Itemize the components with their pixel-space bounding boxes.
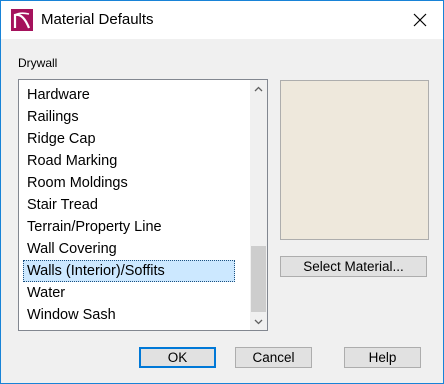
ok-button[interactable]: OK <box>139 347 216 368</box>
list-item[interactable]: Window Sash <box>19 304 247 326</box>
list-item[interactable]: Wall Covering <box>19 238 247 260</box>
scrollbar-thumb[interactable] <box>251 246 266 312</box>
list-item[interactable]: Railings <box>19 106 247 128</box>
dialog-title: Material Defaults <box>41 11 154 28</box>
list-item[interactable]: Ridge Cap <box>19 128 247 150</box>
vertical-scrollbar[interactable] <box>250 80 267 330</box>
list-item[interactable]: Room Moldings <box>19 172 247 194</box>
list-item[interactable]: Walls (Interior)/Soffits <box>23 260 235 282</box>
material-defaults-dialog: Material Defaults Drywall Hardware Railin… <box>0 0 444 384</box>
help-button[interactable]: Help <box>344 347 421 368</box>
list-item[interactable]: Terrain/Property Line <box>19 216 247 238</box>
cancel-button[interactable]: Cancel <box>235 347 312 368</box>
list-item[interactable]: Water <box>19 282 247 304</box>
list-item[interactable]: Stair Tread <box>19 194 247 216</box>
select-material-button[interactable]: Select Material... <box>280 256 427 277</box>
chevron-down-icon <box>254 319 263 324</box>
material-preview-swatch <box>280 80 429 240</box>
list-item[interactable]: Hardware <box>19 84 247 106</box>
material-listbox[interactable]: Hardware Railings Ridge Cap Road Marking Roo… <box>18 79 268 331</box>
close-button[interactable] <box>397 1 443 39</box>
material-group-label: Drywall <box>18 56 58 70</box>
material-list: Hardware Railings Ridge Cap Road Marking Roo… <box>19 84 247 326</box>
scroll-up-button[interactable] <box>250 80 267 97</box>
close-icon <box>413 13 427 27</box>
chevron-up-icon <box>254 86 263 91</box>
title-bar[interactable]: Material Defaults <box>1 1 443 39</box>
scroll-down-button[interactable] <box>250 313 267 330</box>
app-logo-icon <box>11 9 33 31</box>
list-item[interactable]: Road Marking <box>19 150 247 172</box>
